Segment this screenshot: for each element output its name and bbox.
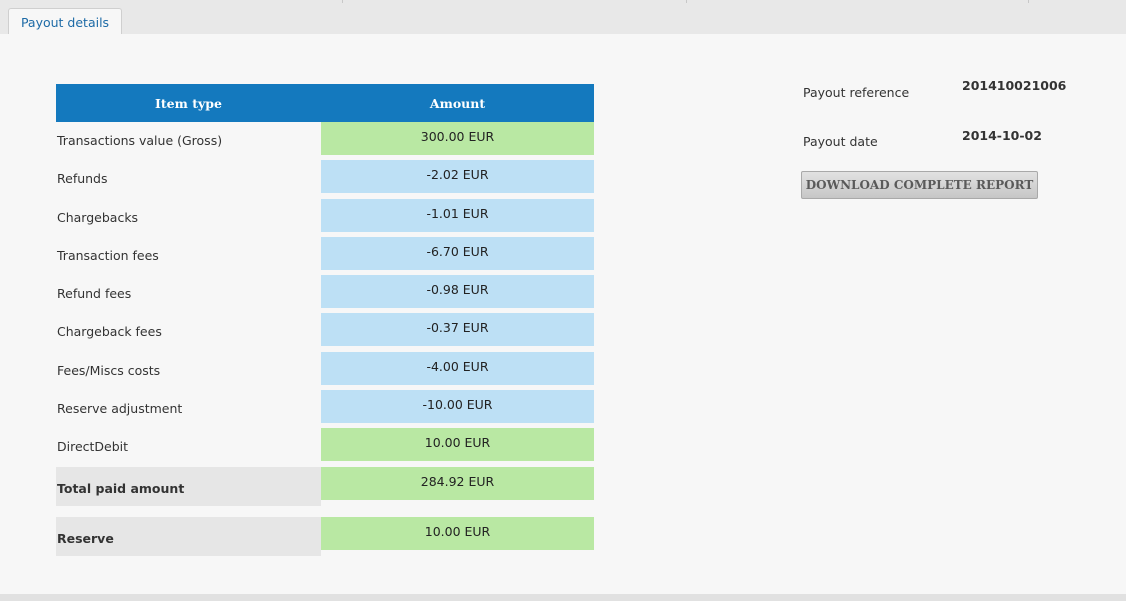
table-header-row: Item type Amount: [56, 84, 594, 122]
column-header-amount: Amount: [321, 84, 594, 122]
item-type-cell: Reserve adjustment: [57, 401, 183, 417]
reserve-amount: 10.00 EUR: [321, 516, 594, 550]
bottom-border: [0, 594, 1126, 601]
amount-cell: -6.70 EUR: [321, 236, 594, 270]
payout-date-value: 2014-10-02: [962, 128, 1042, 143]
table-row: Chargeback fees -0.37 EUR: [56, 313, 594, 351]
payout-date-label: Payout date: [803, 134, 878, 149]
amount-cell: -0.37 EUR: [321, 313, 594, 347]
tab-payout-details[interactable]: Payout details: [8, 8, 122, 35]
amount-cell: -0.98 EUR: [321, 275, 594, 309]
total-paid-row: Total paid amount 284.92 EUR: [56, 466, 594, 506]
amount-cell: 300.00 EUR: [321, 122, 594, 155]
table-row: Refunds -2.02 EUR: [56, 160, 594, 198]
amount-cell: -10.00 EUR: [321, 390, 594, 424]
payout-summary-table: Item type Amount Transactions value (Gro…: [56, 84, 594, 556]
total-paid-amount: 284.92 EUR: [321, 466, 594, 500]
column-header-item-type: Item type: [56, 84, 321, 122]
item-type-cell: Refunds: [57, 171, 108, 187]
table-row: Refund fees -0.98 EUR: [56, 275, 594, 313]
table-row: Fees/Miscs costs -4.00 EUR: [56, 351, 594, 390]
tab-divider: [686, 0, 687, 3]
download-report-button[interactable]: DOWNLOAD COMPLETE REPORT: [801, 171, 1038, 199]
item-type-cell: Chargebacks: [57, 209, 139, 225]
row-spacer: [56, 506, 594, 517]
amount-cell: 10.00 EUR: [321, 428, 594, 462]
item-type-cell: Refund fees: [57, 286, 132, 302]
table-row: DirectDebit 10.00 EUR: [56, 428, 594, 466]
total-paid-label: Total paid amount: [56, 466, 321, 506]
table-row: Reserve adjustment -10.00 EUR: [56, 390, 594, 428]
item-type-cell: Transaction fees: [57, 247, 159, 263]
item-type-cell: DirectDebit: [57, 439, 129, 455]
table-row: Chargebacks -1.01 EUR: [56, 198, 594, 237]
reserve-row: Reserve 10.00 EUR: [56, 516, 594, 556]
item-type-cell: Fees/Miscs costs: [57, 362, 161, 378]
amount-cell: -1.01 EUR: [321, 198, 594, 232]
payout-reference-label: Payout reference: [803, 85, 910, 100]
tab-bar: Payout details: [0, 0, 1126, 35]
amount-cell: -4.00 EUR: [321, 351, 594, 385]
reserve-label: Reserve: [56, 516, 321, 556]
table-row: Transaction fees -6.70 EUR: [56, 236, 594, 275]
payout-reference-value: 201410021006: [962, 78, 1067, 93]
item-type-cell: Chargeback fees: [57, 324, 162, 340]
tab-divider: [1028, 0, 1029, 3]
item-type-cell: Transactions value (Gross): [57, 133, 223, 148]
table-row: Transactions value (Gross) 300.00 EUR: [56, 122, 594, 160]
amount-cell: -2.02 EUR: [321, 160, 594, 194]
tab-divider: [342, 0, 343, 3]
